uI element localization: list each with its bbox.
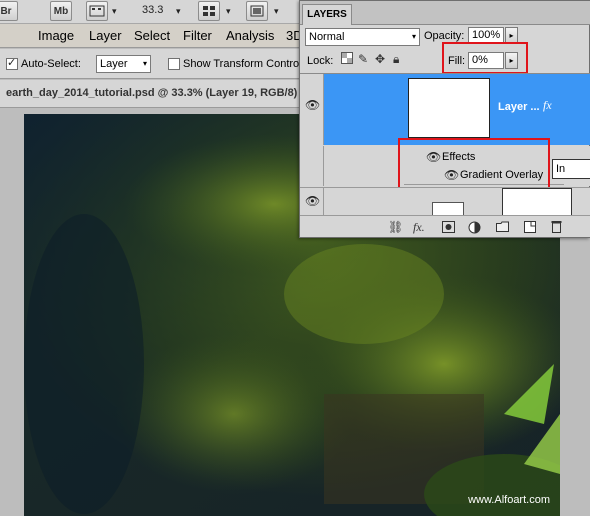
lock-all-icon[interactable]: 🔒︎ <box>393 52 399 67</box>
menu-analysis[interactable]: Analysis <box>226 28 274 43</box>
arrange-documents-button[interactable] <box>198 1 220 21</box>
layer-name[interactable]: Layer ... <box>498 101 540 113</box>
lock-position-icon[interactable]: ✥ <box>375 52 385 66</box>
photoshop-window: Br Mb ▾ 33.3 ▾ ▾ ▾ Image Layer Select Fi… <box>0 0 590 516</box>
screen-mode-icon <box>250 5 264 17</box>
menu-layer[interactable]: Layer <box>89 28 122 43</box>
view-extras-dropdown-icon[interactable]: ▾ <box>112 6 117 17</box>
auto-select-label: Auto-Select: <box>21 58 81 70</box>
layer-thumbnail[interactable] <box>432 202 464 215</box>
lock-pixels-icon[interactable]: ✎ <box>358 52 368 66</box>
folder-icon[interactable] <box>496 221 509 232</box>
layers-panel: LAYERS Normal ▾ Opacity: 100% ▸ Lock: ✎ … <box>299 0 590 238</box>
link-icon[interactable]: ⛓︎ <box>388 220 403 234</box>
arrange-dropdown-icon[interactable]: ▾ <box>226 6 231 17</box>
mini-bridge-button[interactable]: Mb <box>50 1 72 21</box>
grid-icon <box>203 6 215 16</box>
lock-transparent-icon[interactable] <box>341 52 353 64</box>
lock-label: Lock: <box>307 55 334 67</box>
menu-filter[interactable]: Filter <box>183 28 212 43</box>
tooltip: In <box>552 159 590 179</box>
fill-highlight-box <box>442 42 528 74</box>
visibility-column: 👁︎ <box>300 74 324 145</box>
film-icon <box>89 5 105 17</box>
opacity-label: Opacity: <box>424 30 465 42</box>
menu-image[interactable]: Image <box>38 28 74 43</box>
chevron-down-icon: ▾ <box>142 59 147 68</box>
blend-mode-dropdown[interactable]: Normal ▾ <box>305 28 420 46</box>
watermark-text: www.Alfoart.com <box>468 494 550 506</box>
eye-icon[interactable]: 👁︎ <box>305 194 320 208</box>
adjustment-icon[interactable] <box>468 221 481 234</box>
document-title: earth_day_2014_tutorial.psd @ 33.3% (Lay… <box>6 87 298 99</box>
layer-mask-thumbnail[interactable] <box>502 188 572 215</box>
visibility-column: 👁︎ <box>300 188 324 215</box>
layers-bottom-toolbar: ⛓︎ fx. <box>300 215 590 237</box>
auto-select-checkbox[interactable] <box>6 56 18 70</box>
screen-mode-dropdown-icon[interactable]: ▾ <box>274 6 279 17</box>
zoom-dropdown-icon[interactable]: ▾ <box>176 6 181 17</box>
new-layer-icon[interactable] <box>524 221 536 233</box>
show-transform-label: Show Transform Controls <box>183 58 308 70</box>
visibility-column <box>300 146 324 186</box>
eye-icon[interactable]: 👁︎ <box>305 98 320 112</box>
screen-mode-button[interactable] <box>246 1 268 21</box>
bridge-button[interactable]: Br <box>0 1 18 21</box>
fx-icon[interactable]: fx <box>543 98 552 113</box>
fx-icon[interactable]: fx. <box>413 220 425 235</box>
trash-icon[interactable] <box>551 220 562 233</box>
panel-tab-row: LAYERS <box>300 1 590 25</box>
menu-select[interactable]: Select <box>134 28 170 43</box>
view-extras-button[interactable] <box>86 1 108 21</box>
tab-layers[interactable]: LAYERS <box>302 4 352 25</box>
show-transform-checkbox[interactable] <box>168 58 180 70</box>
layer-thumbnail[interactable] <box>408 78 490 138</box>
mask-icon[interactable] <box>442 221 455 233</box>
layer-row[interactable]: 👁︎ <box>300 187 590 215</box>
zoom-level[interactable]: 33.3 <box>142 4 163 16</box>
layer-row-selected[interactable]: 👁︎ Layer ... fx <box>300 73 590 145</box>
auto-select-dropdown[interactable]: Layer ▾ <box>96 55 151 73</box>
chevron-down-icon: ▾ <box>411 32 416 41</box>
